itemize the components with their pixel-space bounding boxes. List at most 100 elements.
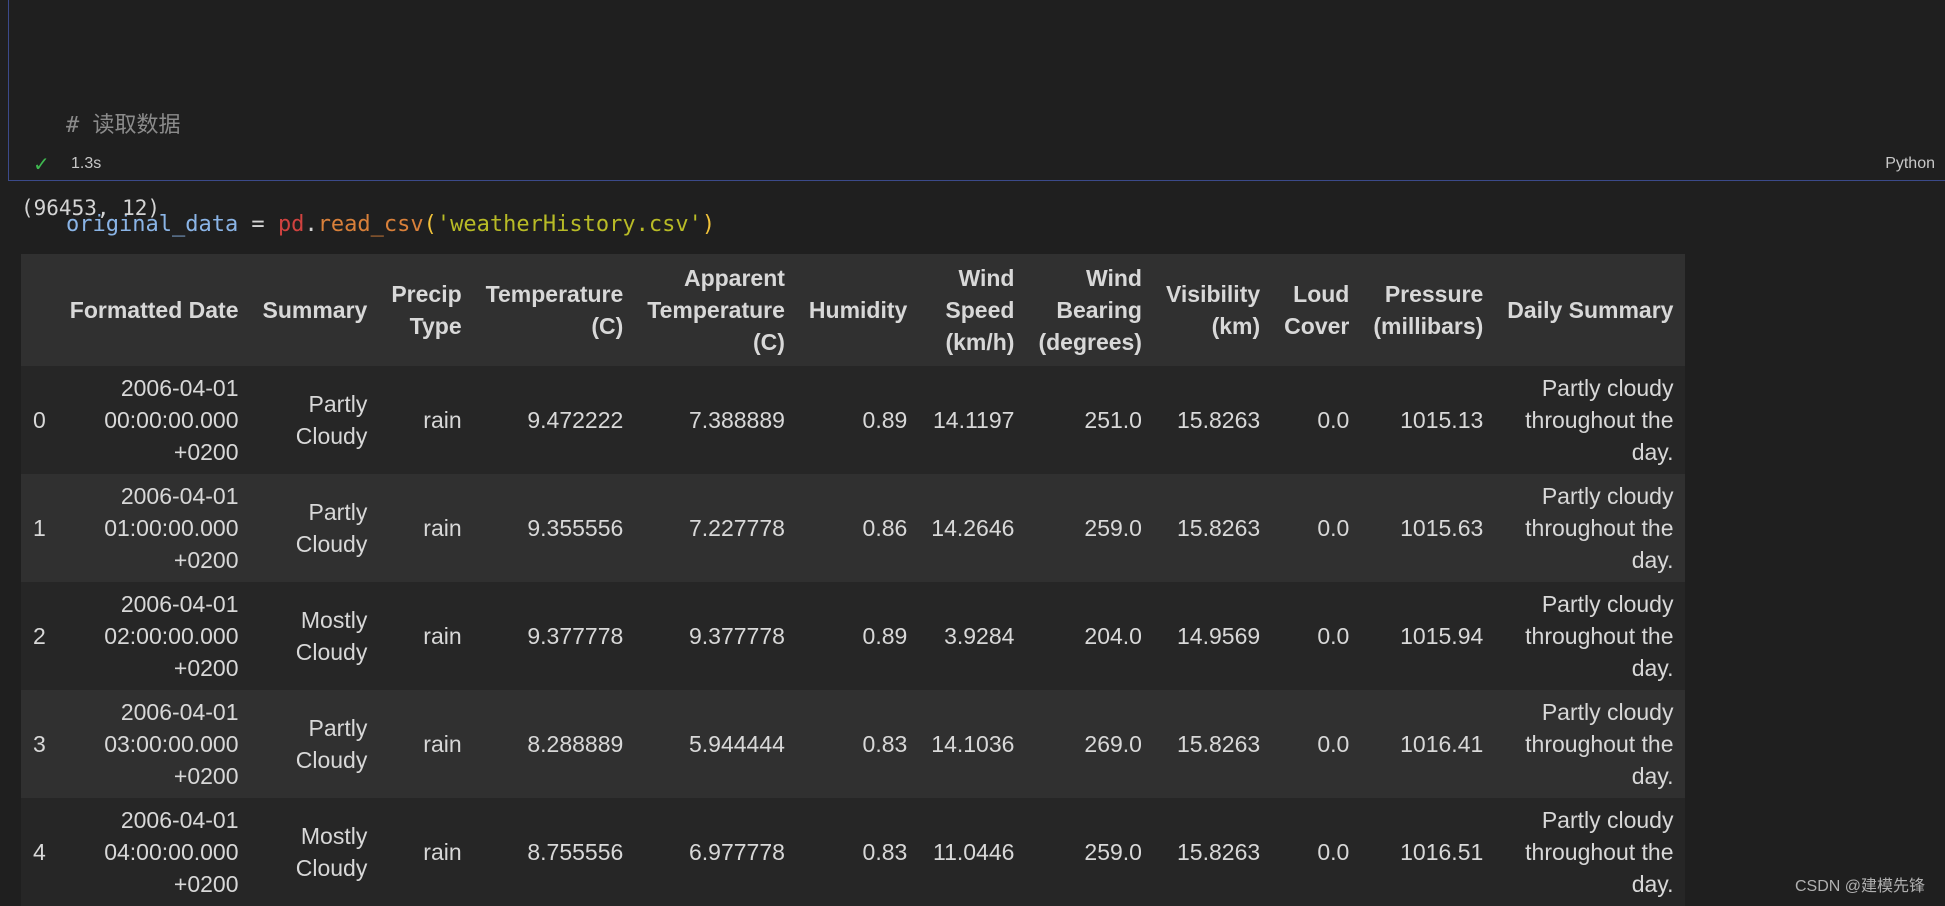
table-cell-wind-speed: 11.0446 bbox=[919, 798, 1026, 906]
table-cell-loud-cover: 0.0 bbox=[1272, 690, 1361, 798]
column-header: Humidity bbox=[797, 254, 919, 366]
cell-line: Mostly bbox=[263, 820, 368, 852]
cell-line: throughout the bbox=[1507, 512, 1673, 544]
table-row: 3 2006-04-0103:00:00.000+0200 PartlyCloudy… bbox=[21, 690, 1685, 798]
table-cell-app-temp: 9.377778 bbox=[635, 582, 797, 690]
table-cell-daily: Partly cloudythroughout theday. bbox=[1495, 582, 1685, 690]
table-cell-daily: Partly cloudythroughout theday. bbox=[1495, 366, 1685, 474]
table-cell-pressure: 1016.41 bbox=[1361, 690, 1495, 798]
table-row: 12006-04-0101:00:00.000+0200PartlyCloudy… bbox=[21, 474, 1685, 582]
table-cell-loud-cover: 0.0 bbox=[1272, 798, 1361, 906]
table-cell-date: 2006-04-0102:00:00.000+0200 bbox=[58, 582, 251, 690]
cell-line: 04:00:00.000 bbox=[70, 836, 239, 868]
cell-line: Partly cloudy bbox=[1507, 480, 1673, 512]
cell-line: day. bbox=[1507, 544, 1673, 576]
success-check-icon: ✓ bbox=[33, 152, 50, 177]
cell-line: Partly cloudy bbox=[1507, 696, 1673, 728]
table-cell-wind-bearing: 259.0 bbox=[1026, 798, 1154, 906]
column-header-line: Visibility bbox=[1166, 278, 1260, 310]
table-cell-precip: rain bbox=[379, 474, 473, 582]
table-cell-wind-speed: 14.2646 bbox=[919, 474, 1026, 582]
table-cell-date: 2006-04-0104:00:00.000+0200 bbox=[58, 798, 251, 906]
table-cell-summary: MostlyCloudy bbox=[251, 582, 380, 690]
kernel-language-label[interactable]: Python bbox=[1885, 155, 1935, 173]
table-cell-pressure: 1015.94 bbox=[1361, 582, 1495, 690]
cell-line: Cloudy bbox=[263, 420, 368, 452]
table-cell-temp: 9.377778 bbox=[474, 582, 636, 690]
cell-line: 2006-04-01 bbox=[70, 588, 239, 620]
table-cell-daily: Partly cloudythroughout theday. bbox=[1495, 798, 1685, 906]
table-cell-humidity: 0.89 bbox=[797, 366, 919, 474]
column-header-line: (degrees) bbox=[1038, 326, 1142, 358]
table-cell-summary: PartlyCloudy bbox=[251, 690, 380, 798]
cell-line: throughout the bbox=[1507, 620, 1673, 652]
table-header-row: Formatted Date Summary PrecipType Temperatu… bbox=[21, 254, 1685, 366]
column-header-line: Summary bbox=[263, 294, 368, 326]
cell-line: Cloudy bbox=[263, 528, 368, 560]
table-cell-precip: rain bbox=[379, 690, 473, 798]
table-cell-humidity: 0.89 bbox=[797, 582, 919, 690]
table-cell-wind-speed: 3.9284 bbox=[919, 582, 1026, 690]
cell-line: Partly bbox=[263, 388, 368, 420]
code-line-1: # 读取数据 bbox=[66, 109, 715, 142]
table-cell-wind-bearing: 259.0 bbox=[1026, 474, 1154, 582]
cell-line: 02:00:00.000 bbox=[70, 620, 239, 652]
code-token: ) bbox=[702, 212, 715, 237]
table-cell-temp: 9.472222 bbox=[474, 366, 636, 474]
column-header: WindSpeed(km/h) bbox=[919, 254, 1026, 366]
cell-line: Partly cloudy bbox=[1507, 804, 1673, 836]
code-token: 'weatherHistory.csv' bbox=[437, 212, 702, 237]
column-header-line: Bearing bbox=[1038, 294, 1142, 326]
table-cell-wind-speed: 14.1036 bbox=[919, 690, 1026, 798]
table-cell-daily: Partly cloudythroughout theday. bbox=[1495, 690, 1685, 798]
column-header-line: (km) bbox=[1166, 310, 1260, 342]
column-header: Pressure(millibars) bbox=[1361, 254, 1495, 366]
cell-line: 00:00:00.000 bbox=[70, 404, 239, 436]
table-cell-wind-bearing: 251.0 bbox=[1026, 366, 1154, 474]
cell-line: +0200 bbox=[70, 544, 239, 576]
cell-line: day. bbox=[1507, 436, 1673, 468]
table-cell-idx: 2 bbox=[21, 582, 58, 690]
cell-line: 2006-04-01 bbox=[70, 696, 239, 728]
column-header-line: Type bbox=[391, 310, 461, 342]
cell-line: 2006-04-01 bbox=[70, 804, 239, 836]
column-header bbox=[21, 254, 58, 366]
column-header-line: Temperature bbox=[486, 278, 624, 310]
column-header: Summary bbox=[251, 254, 380, 366]
table-row: 02006-04-0100:00:00.000+0200PartlyCloudy… bbox=[21, 366, 1685, 474]
column-header-line: Wind bbox=[1038, 262, 1142, 294]
code-cell[interactable]: # 读取数据 original_data = pd.read_csv('weat… bbox=[8, 0, 1945, 181]
column-header-line: Precip bbox=[391, 278, 461, 310]
table-cell-idx: 1 bbox=[21, 474, 58, 582]
table-cell-wind-speed: 14.1197 bbox=[919, 366, 1026, 474]
column-header-line: Wind bbox=[931, 262, 1014, 294]
table-cell-precip: rain bbox=[379, 798, 473, 906]
column-header: Daily Summary bbox=[1495, 254, 1685, 366]
code-token: pd bbox=[278, 212, 305, 237]
table-cell-pressure: 1016.51 bbox=[1361, 798, 1495, 906]
cell-line: Partly cloudy bbox=[1507, 588, 1673, 620]
cell-line: Partly bbox=[263, 712, 368, 744]
cell-line: Mostly bbox=[263, 604, 368, 636]
column-header-line: Pressure bbox=[1373, 278, 1483, 310]
column-header: Temperature(C) bbox=[474, 254, 636, 366]
cell-line: 03:00:00.000 bbox=[70, 728, 239, 760]
output-shape-text: (96453, 12) bbox=[21, 196, 160, 220]
column-header-line: (C) bbox=[486, 310, 624, 342]
cell-line: Partly bbox=[263, 496, 368, 528]
column-header-line: Daily Summary bbox=[1507, 294, 1673, 326]
column-header-line: Loud bbox=[1284, 278, 1349, 310]
code-token: . bbox=[304, 212, 317, 237]
table-cell-idx: 3 bbox=[21, 690, 58, 798]
code-token: = bbox=[238, 212, 278, 237]
code-line-2: original_data = pd.read_csv('weatherHist… bbox=[66, 208, 715, 241]
table-cell-temp: 8.288889 bbox=[474, 690, 636, 798]
code-token: read_csv bbox=[318, 212, 424, 237]
table-cell-visibility: 14.9569 bbox=[1154, 582, 1272, 690]
cell-line: +0200 bbox=[70, 760, 239, 792]
cell-line: Cloudy bbox=[263, 852, 368, 884]
table-cell-app-temp: 7.388889 bbox=[635, 366, 797, 474]
execution-time: 1.3s bbox=[71, 155, 101, 173]
cell-line: Cloudy bbox=[263, 636, 368, 668]
column-header: Formatted Date bbox=[58, 254, 251, 366]
